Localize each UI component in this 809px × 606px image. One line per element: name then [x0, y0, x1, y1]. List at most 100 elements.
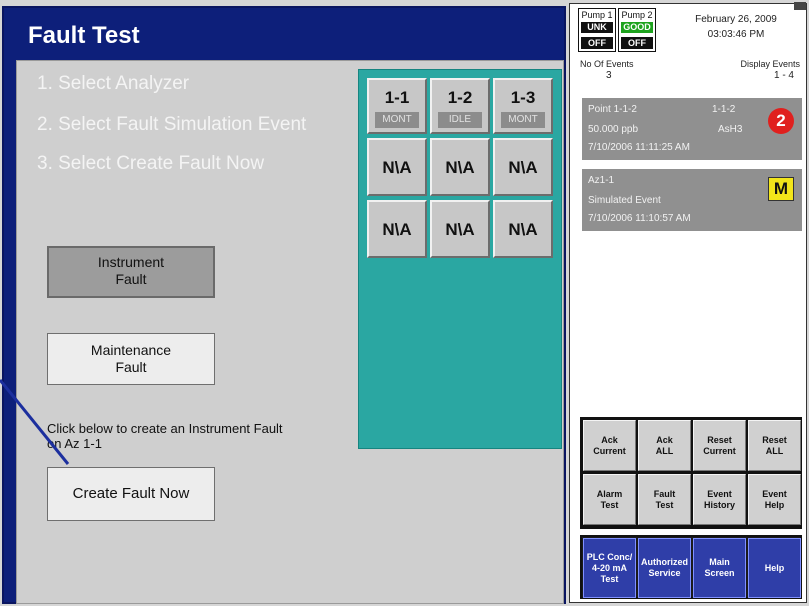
analyzer-label: N\A — [445, 158, 475, 177]
display-events-label: Display Events — [740, 59, 800, 69]
screen: Fault Test 1. Select Analyzer 2. Select … — [0, 0, 809, 606]
pump-name: Pump 2 — [621, 10, 653, 20]
step-create-fault: 3. Select Create Fault Now — [37, 153, 265, 174]
analyzer-button-empty[interactable]: N\A — [430, 138, 490, 196]
reset-all-button[interactable]: Reset ALL — [748, 420, 801, 471]
button-label-line: Reset — [707, 434, 732, 445]
step-select-analyzer: 1. Select Analyzer — [37, 73, 190, 94]
event-description: Simulated Event — [588, 195, 661, 206]
event-card-alarm[interactable]: Point 1-1-2 1-1-2 50.000 ppb AsH3 7/10/2… — [582, 98, 802, 160]
button-label-line: Test — [600, 499, 619, 510]
button-label-line: History — [703, 499, 735, 510]
event-history-button[interactable]: Event History — [693, 474, 746, 525]
button-label-line: Current — [593, 445, 626, 456]
event-point: Point 1-1-2 — [588, 104, 637, 115]
fault-hint-text: Click below to create an Instrument Faul… — [47, 421, 347, 451]
button-label-line: Instrument — [97, 254, 165, 270]
event-point-code: 1-1-2 — [712, 104, 736, 115]
maintenance-fault-button[interactable]: Maintenance Fault — [47, 333, 215, 385]
button-label-line: Current — [703, 445, 736, 456]
button-label-line: PLC Conc/ — [586, 551, 633, 562]
button-label-line: Maintenance — [90, 342, 172, 358]
event-panel: Pump 1 UNK OFF Pump 2 GOOD OFF February … — [569, 2, 807, 603]
pump-name: Pump 1 — [581, 10, 613, 20]
events-count-label: No Of Events — [580, 59, 634, 69]
events-count: 3 — [606, 70, 612, 81]
alarm-test-button[interactable]: Alarm Test — [583, 474, 636, 525]
button-label-line: Main — [709, 557, 730, 567]
pump-mode: OFF — [621, 37, 653, 49]
display-events-range: 1 - 4 — [773, 70, 794, 81]
analyzer-button-empty[interactable]: N\A — [367, 138, 427, 196]
button-label-line: Test — [600, 573, 619, 584]
analyzer-label: N\A — [445, 220, 475, 239]
button-label-line: Ack — [656, 434, 673, 445]
analyzer-status: MONT — [375, 112, 419, 128]
analyzer-label: N\A — [382, 158, 412, 177]
button-label-line: Ack — [601, 434, 618, 445]
button-label-line: ALL — [765, 445, 784, 456]
fault-test-button[interactable]: Fault Test — [638, 474, 691, 525]
button-label-line: Fault — [653, 488, 676, 499]
analyzer-button-1-2[interactable]: 1-2 IDLE — [430, 78, 490, 134]
button-label-line: Fault — [115, 271, 147, 287]
pump-state: UNK — [581, 22, 613, 33]
analyzer-label: 1-3 — [510, 88, 536, 107]
window-title: Fault Test — [28, 22, 140, 49]
button-label-line: 4-20 mA — [591, 562, 627, 573]
analyzer-button-empty[interactable]: N\A — [493, 200, 553, 258]
analyzer-label: N\A — [382, 220, 412, 239]
fault-test-window: Fault Test 1. Select Analyzer 2. Select … — [2, 6, 566, 604]
analyzer-button-1-3[interactable]: 1-3 MONT — [493, 78, 553, 134]
button-label-line: Fault — [115, 359, 147, 375]
panel-close-icon[interactable] — [794, 2, 806, 10]
button-label-line: Screen — [704, 568, 735, 578]
event-card-maintenance[interactable]: Az1-1 Simulated Event 7/10/2006 11:10:57… — [582, 169, 802, 231]
navigation-button-grid: PLC Conc/4-20 mA Test Authorized Service M… — [580, 535, 802, 599]
alarm-level-icon: 2 — [768, 108, 794, 134]
pump-2-status: Pump 2 GOOD OFF — [618, 8, 656, 52]
button-label-line: Help — [764, 499, 785, 510]
event-point: Az1-1 — [588, 175, 615, 186]
event-timestamp: 7/10/2006 11:10:57 AM — [588, 213, 691, 224]
button-label-line: Alarm — [596, 488, 623, 499]
pump-state: GOOD — [621, 22, 653, 33]
main-screen-button[interactable]: Main Screen — [693, 538, 746, 598]
event-gas: AsH3 — [718, 124, 743, 135]
analyzer-status: IDLE — [438, 112, 482, 128]
reset-current-button[interactable]: Reset Current — [693, 420, 746, 471]
button-label-line: ALL — [655, 445, 674, 456]
plc-conc-test-button[interactable]: PLC Conc/4-20 mA Test — [583, 538, 636, 598]
button-label-line: Service — [648, 568, 681, 578]
event-timestamp: 7/10/2006 11:11:25 AM — [588, 142, 690, 153]
hint-line: on Az 1-1 — [47, 436, 102, 451]
event-help-button[interactable]: Event Help — [748, 474, 801, 525]
step-select-event: 2. Select Fault Simulation Event — [37, 114, 307, 135]
analyzer-label: 1-2 — [447, 88, 473, 107]
help-button[interactable]: Help — [748, 538, 801, 598]
ack-all-button[interactable]: Ack ALL — [638, 420, 691, 471]
button-label-line: Event — [762, 488, 787, 499]
instrument-fault-button[interactable]: Instrument Fault — [47, 246, 215, 298]
analyzer-button-empty[interactable]: N\A — [367, 200, 427, 258]
time-text: 03:03:46 PM — [707, 29, 765, 40]
ack-current-button[interactable]: Ack Current — [583, 420, 636, 471]
button-label-line: Event — [707, 488, 732, 499]
pump-mode: OFF — [581, 37, 613, 49]
pump-1-status: Pump 1 UNK OFF — [578, 8, 616, 52]
action-button-grid: Ack Current Ack ALL Reset Current Reset ALL … — [580, 417, 802, 529]
hint-line: Click below to create an Instrument Faul… — [47, 421, 283, 436]
button-label-line: Authorized — [641, 557, 688, 567]
analyzer-label: N\A — [508, 220, 538, 239]
authorized-service-button[interactable]: Authorized Service — [638, 538, 691, 598]
analyzer-button-1-1[interactable]: 1-1 MONT — [367, 78, 427, 134]
analyzer-button-empty[interactable]: N\A — [493, 138, 553, 196]
datetime-display: February 26, 2009 03:03:46 PM — [666, 12, 806, 42]
event-concentration: 50.000 ppb — [588, 124, 639, 135]
analyzer-label: 1-1 — [384, 88, 410, 107]
pump-status: Pump 1 UNK OFF Pump 2 GOOD OFF — [578, 8, 656, 52]
analyzer-status: MONT — [501, 112, 545, 128]
fault-test-body: 1. Select Analyzer 2. Select Fault Simul… — [16, 60, 564, 604]
analyzer-button-empty[interactable]: N\A — [430, 200, 490, 258]
button-label-line: Test — [655, 499, 674, 510]
